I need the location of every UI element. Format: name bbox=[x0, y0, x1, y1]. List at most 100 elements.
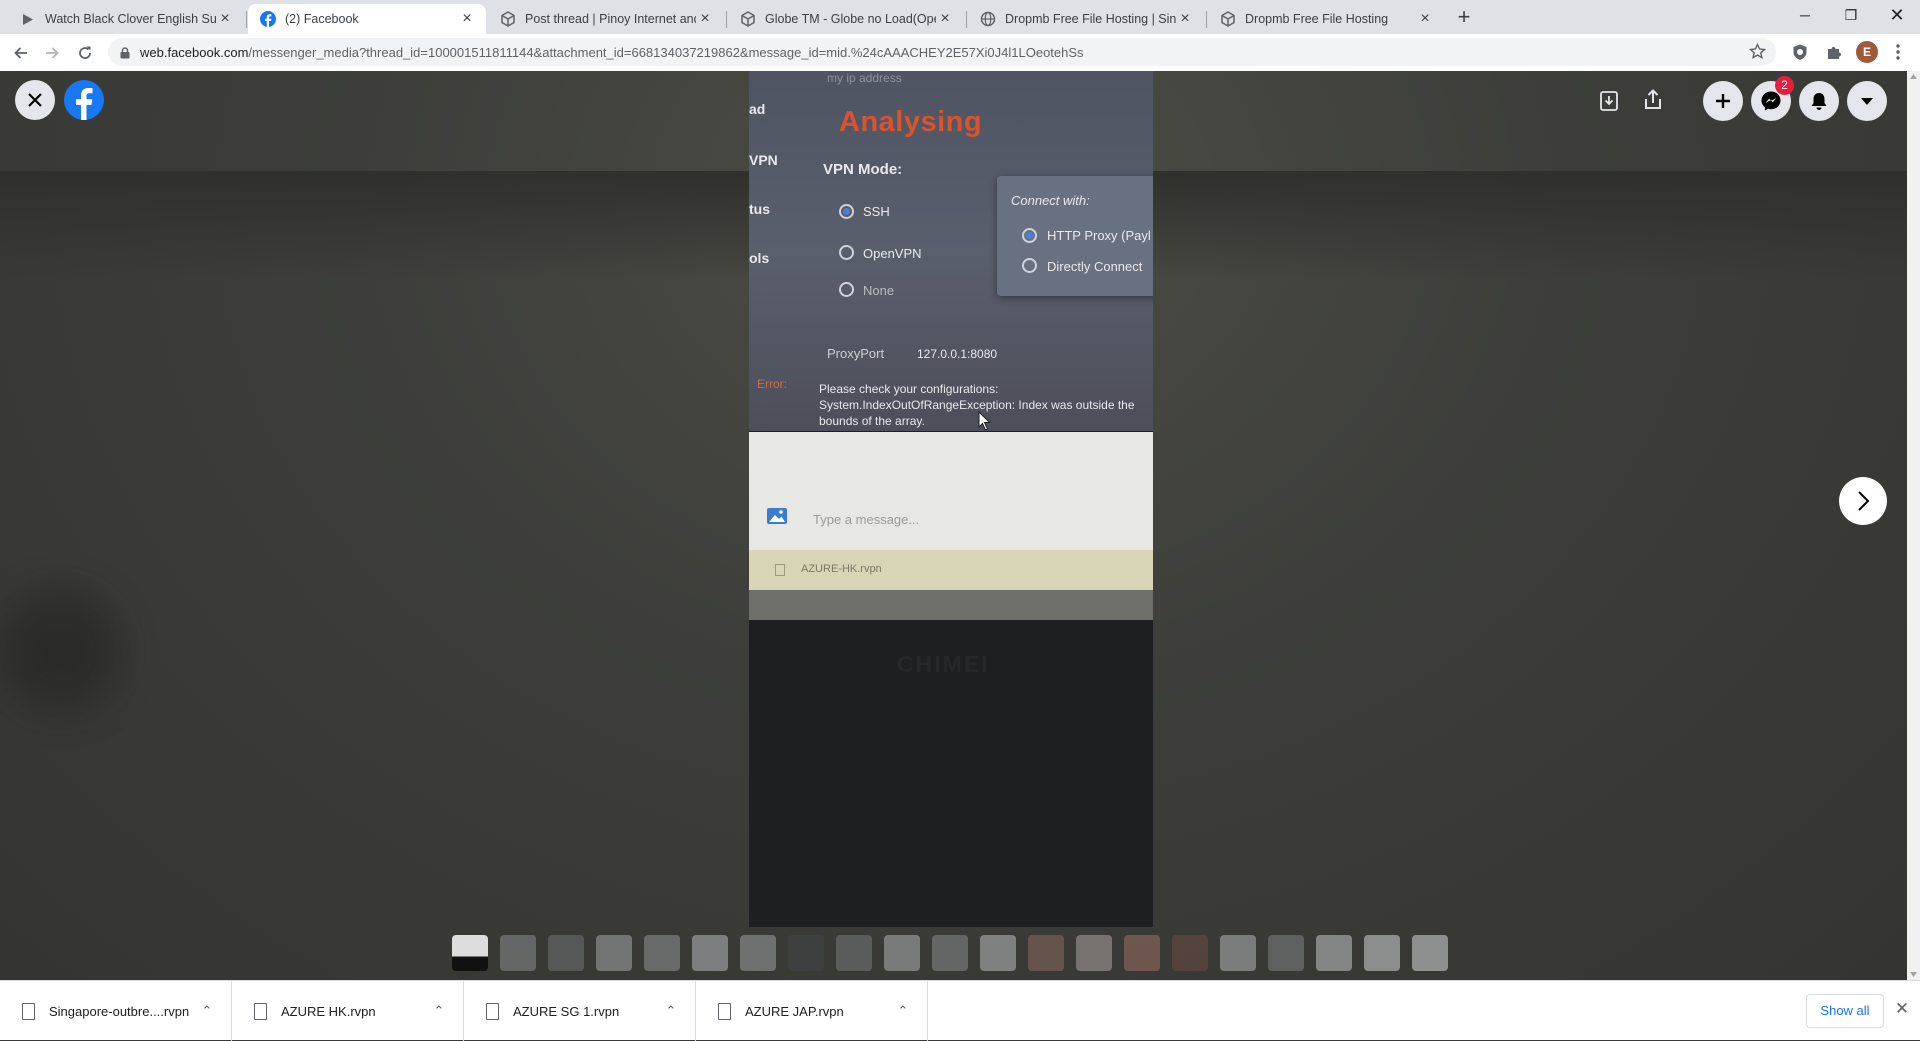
photo-heading: Analysing bbox=[839, 106, 983, 138]
thumbnail[interactable] bbox=[1316, 935, 1352, 971]
extension-vpn-icon[interactable] bbox=[1790, 42, 1810, 62]
back-button[interactable] bbox=[7, 39, 35, 67]
tab-pinoy-internet[interactable]: Post thread | Pinoy Internet and × bbox=[488, 4, 724, 34]
minimize-button[interactable]: ─ bbox=[1782, 0, 1828, 34]
photo-mode-option: SSH bbox=[863, 204, 890, 219]
thumbnail[interactable] bbox=[980, 935, 1016, 971]
file-icon bbox=[718, 1002, 731, 1020]
notifications-button[interactable] bbox=[1799, 81, 1839, 121]
facebook-icon bbox=[76, 88, 93, 120]
chevron-up-icon[interactable]: ⌃ bbox=[893, 1003, 913, 1019]
photo-proxyport-value: 127.0.0.1:8080 bbox=[917, 347, 998, 361]
media-photo: my ip address ad VPN tus ols Analysing V… bbox=[749, 71, 1153, 927]
show-all-downloads-button[interactable]: Show all bbox=[1806, 994, 1884, 1028]
thumbnail[interactable] bbox=[1124, 935, 1160, 971]
thumbnail[interactable] bbox=[500, 935, 536, 971]
url-text: web.facebook.com/messenger_media?thread_… bbox=[140, 45, 1084, 60]
thumbnail[interactable] bbox=[452, 935, 488, 971]
tab-close-icon[interactable]: × bbox=[1416, 10, 1434, 28]
next-media-button[interactable] bbox=[1839, 477, 1887, 525]
play-icon bbox=[20, 11, 36, 27]
thumbnail[interactable] bbox=[740, 935, 776, 971]
caret-down-icon bbox=[1861, 98, 1873, 105]
browser-toolbar: web.facebook.com/messenger_media?thread_… bbox=[0, 34, 1920, 71]
thumbnail[interactable] bbox=[548, 935, 584, 971]
thumbnail[interactable] bbox=[836, 935, 872, 971]
thumbnail[interactable] bbox=[1364, 935, 1400, 971]
tab-title: Dropmb Free File Hosting | Singa bbox=[1005, 12, 1176, 26]
tab-close-icon[interactable]: × bbox=[216, 10, 234, 28]
chevron-up-icon[interactable]: ⌃ bbox=[197, 1003, 217, 1019]
photo-sidebar-label: tus bbox=[749, 201, 770, 217]
thumbnail[interactable] bbox=[1220, 935, 1256, 971]
tab-globe-tm[interactable]: Globe TM - Globe no Load(Oper × bbox=[728, 4, 964, 34]
download-filename: AZURE HK.rvpn bbox=[281, 1003, 376, 1019]
download-item[interactable]: Singapore-outbre....rvpn ⌃ bbox=[0, 981, 232, 1041]
chevron-right-icon bbox=[1858, 491, 1870, 511]
media-viewer: 2 my ip address ad VPN tus ols Analysing… bbox=[0, 71, 1920, 980]
account-menu-button[interactable] bbox=[1847, 81, 1887, 121]
arrow-right-icon bbox=[46, 47, 59, 59]
download-item[interactable]: AZURE HK.rvpn ⌃ bbox=[232, 981, 464, 1041]
reload-icon bbox=[79, 46, 91, 59]
kebab-menu-icon[interactable] bbox=[1888, 42, 1908, 62]
lock-icon[interactable] bbox=[120, 46, 130, 64]
photo-error-label: Error: bbox=[757, 377, 787, 391]
tab-close-icon[interactable]: × bbox=[458, 10, 476, 28]
download-item[interactable]: AZURE SG 1.rvpn ⌃ bbox=[464, 981, 696, 1041]
tab-divider bbox=[966, 11, 967, 28]
download-item[interactable]: AZURE JAP.rvpn ⌃ bbox=[696, 981, 928, 1041]
close-viewer-button[interactable] bbox=[15, 80, 55, 120]
reload-button[interactable] bbox=[71, 39, 99, 67]
thumbnail[interactable] bbox=[692, 935, 728, 971]
address-bar[interactable]: web.facebook.com/messenger_media?thread_… bbox=[108, 38, 1776, 66]
browser-chrome: Watch Black Clover English Subb × (2) Fa… bbox=[0, 0, 1920, 71]
star-icon[interactable] bbox=[1748, 42, 1767, 65]
facebook-logo[interactable] bbox=[64, 80, 104, 120]
share-icon[interactable] bbox=[1641, 88, 1665, 112]
thumbnail[interactable] bbox=[932, 935, 968, 971]
extensions-puzzle-icon[interactable] bbox=[1824, 42, 1844, 62]
thumbnail[interactable] bbox=[596, 935, 632, 971]
thumbnail[interactable] bbox=[644, 935, 680, 971]
tab-facebook[interactable]: (2) Facebook × bbox=[248, 4, 486, 34]
thumbnail[interactable] bbox=[1028, 935, 1064, 971]
window-close-button[interactable]: ✕ bbox=[1874, 0, 1920, 34]
forward-button[interactable] bbox=[38, 39, 66, 67]
download-filename: Singapore-outbre....rvpn bbox=[49, 1003, 190, 1019]
thumbnail[interactable] bbox=[884, 935, 920, 971]
tab-dropmb[interactable]: Dropmb Free File Hosting × bbox=[1208, 4, 1444, 34]
thumbnail[interactable] bbox=[1172, 935, 1208, 971]
globe-cube-icon bbox=[1220, 11, 1236, 27]
photo-radio bbox=[1022, 258, 1037, 273]
tab-close-icon[interactable]: × bbox=[696, 10, 714, 28]
tab-divider bbox=[726, 11, 727, 28]
arrow-left-icon bbox=[14, 47, 27, 59]
tab-close-icon[interactable]: × bbox=[1176, 10, 1194, 28]
close-downloads-icon[interactable]: ✕ bbox=[1892, 999, 1912, 1023]
messenger-badge: 2 bbox=[1775, 76, 1794, 95]
tab-divider bbox=[246, 11, 247, 28]
download-filename: AZURE JAP.rvpn bbox=[745, 1003, 844, 1019]
file-icon bbox=[22, 1002, 35, 1020]
thumbnail[interactable] bbox=[1268, 935, 1304, 971]
tab-black-clover[interactable]: Watch Black Clover English Subb × bbox=[8, 4, 244, 34]
thumbnail[interactable] bbox=[788, 935, 824, 971]
thumbnail[interactable] bbox=[1412, 935, 1448, 971]
tab-strip: Watch Black Clover English Subb × (2) Fa… bbox=[0, 0, 1920, 34]
tab-dropmb-singapore[interactable]: Dropmb Free File Hosting | Singa × bbox=[968, 4, 1204, 34]
create-button[interactable] bbox=[1703, 81, 1743, 121]
close-icon bbox=[28, 93, 42, 107]
chevron-up-icon[interactable]: ⌃ bbox=[661, 1003, 681, 1019]
photo-error-line: bounds of the array. bbox=[819, 414, 925, 428]
restore-button[interactable]: ❐ bbox=[1828, 0, 1874, 34]
thumbnail[interactable] bbox=[1076, 935, 1112, 971]
tab-close-icon[interactable]: × bbox=[936, 10, 954, 28]
new-tab-button[interactable]: + bbox=[1452, 6, 1476, 30]
photo-radio bbox=[839, 204, 854, 219]
download-media-icon[interactable] bbox=[1597, 89, 1621, 113]
messenger-button[interactable]: 2 bbox=[1751, 76, 1794, 121]
chevron-up-icon[interactable]: ⌃ bbox=[429, 1003, 449, 1019]
page-scrollbar[interactable] bbox=[1907, 71, 1920, 980]
profile-avatar[interactable]: E bbox=[1856, 41, 1878, 63]
